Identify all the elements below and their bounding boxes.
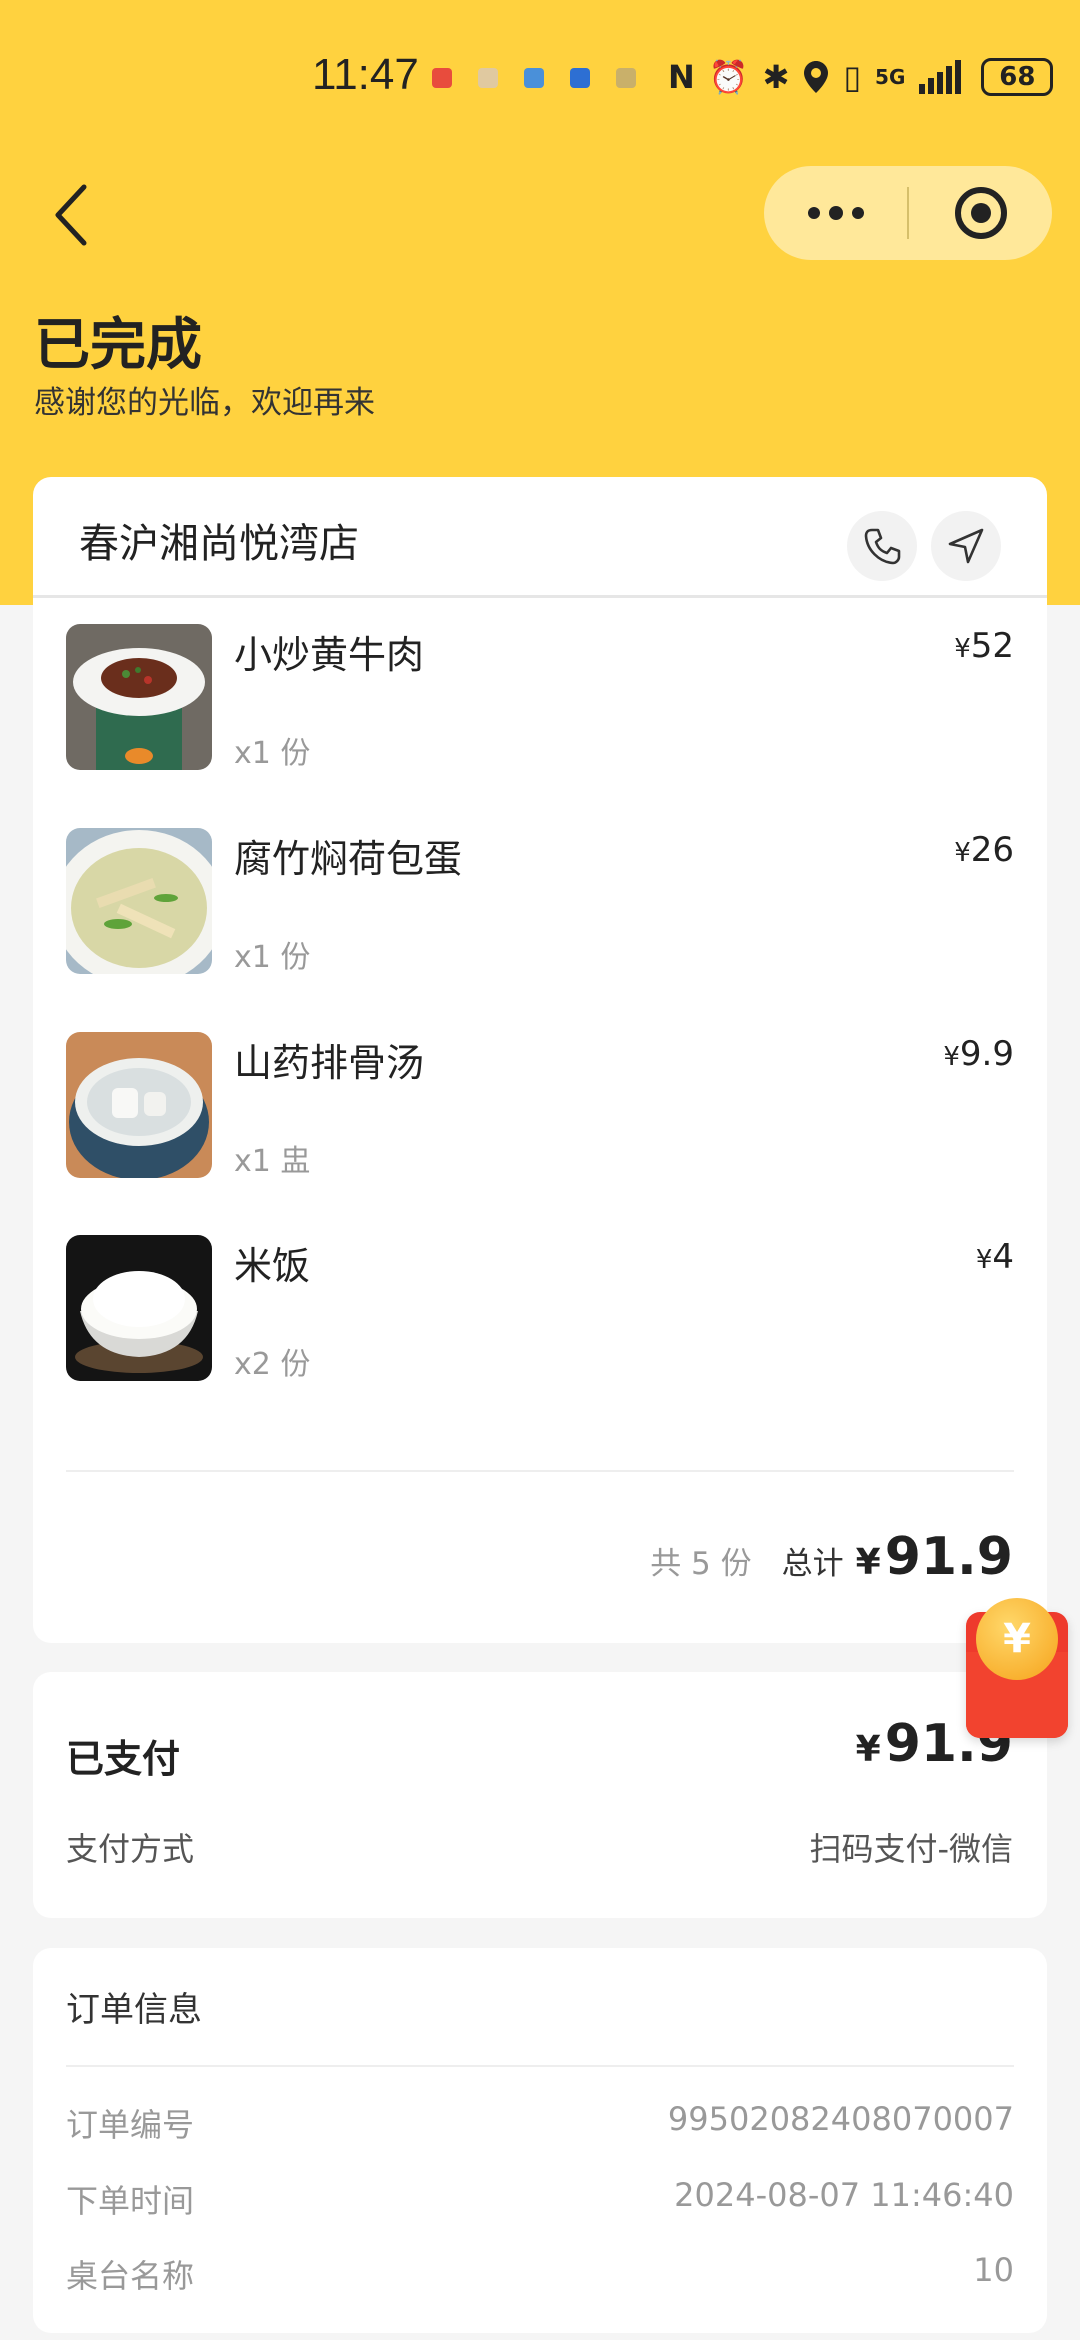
order-item[interactable]: 小炒黄牛肉 x1 份 ¥52 <box>66 624 1014 771</box>
currency-symbol: ¥ <box>943 1042 960 1072</box>
order-total-row: 共 5 份 总计 ¥ 91.9 <box>650 1527 1013 1587</box>
phone-icon <box>864 528 901 565</box>
item-quantity: x2 份 <box>234 1347 311 1382</box>
table-name-value: 10 <box>973 2251 1014 2289</box>
dish-image <box>66 624 212 770</box>
item-name: 腐竹焖荷包蛋 <box>234 837 463 881</box>
close-miniprogram-button[interactable] <box>909 166 1052 260</box>
payment-method-label: 支付方式 <box>66 1830 195 1868</box>
store-divider <box>33 595 1047 598</box>
status-time: 11:47 <box>312 50 419 99</box>
location-icon <box>804 61 829 93</box>
notification-app-icon <box>524 68 544 88</box>
currency-symbol: ¥ <box>954 634 971 664</box>
item-price: ¥52 <box>954 626 1014 666</box>
miniprogram-capsule <box>764 166 1052 260</box>
dish-image <box>66 828 212 974</box>
table-name-label: 桌台名称 <box>66 2257 195 2295</box>
notification-app-icon <box>478 68 498 88</box>
item-count: 共 5 份 <box>650 1546 752 1582</box>
dish-image <box>66 1032 212 1178</box>
order-info-row: 订单编号 99502082408070007 <box>66 2100 1014 2144</box>
currency-symbol: ¥ <box>954 838 971 868</box>
status-bar: 11:47 N ⏰ ✱ ▯ 5G 68 <box>0 40 1080 120</box>
order-info-row: 桌台名称 10 <box>66 2251 1014 2295</box>
order-info-card: 订单信息 订单编号 99502082408070007 下单时间 2024-08… <box>33 1948 1047 2333</box>
item-name: 米饭 <box>234 1244 311 1288</box>
alarm-icon: ⏰ <box>708 58 749 96</box>
item-price: ¥4 <box>976 1237 1014 1277</box>
payment-method-value: 扫码支付-微信 <box>809 1830 1013 1868</box>
item-quantity: x1 份 <box>234 736 311 771</box>
item-price-value: 9.9 <box>959 1034 1014 1074</box>
store-name: 春沪湘尚悦湾店 <box>79 521 359 567</box>
order-time-label: 下单时间 <box>66 2182 195 2220</box>
item-price-value: 52 <box>970 626 1014 666</box>
currency-symbol: ¥ <box>975 1245 993 1275</box>
store-actions <box>847 511 1001 581</box>
chevron-left-icon <box>55 184 87 246</box>
order-number-label: 订单编号 <box>66 2106 195 2144</box>
order-time-value: 2024-08-07 11:46:40 <box>674 2176 1014 2214</box>
item-price-value: 4 <box>992 1237 1014 1277</box>
total-label: 总计 <box>781 1546 844 1582</box>
dish-image <box>66 1235 212 1381</box>
call-store-button[interactable] <box>847 511 917 581</box>
order-info-title: 订单信息 <box>66 1990 202 2030</box>
status-system-icons: N ⏰ ✱ ▯ 5G 68 <box>668 58 1054 96</box>
item-quantity: x1 盅 <box>234 1144 311 1179</box>
item-price-value: 26 <box>970 830 1014 870</box>
item-quantity: x1 份 <box>234 940 311 975</box>
paid-currency: ¥ <box>855 1729 881 1770</box>
back-button[interactable] <box>40 175 104 255</box>
notification-app-icon <box>616 68 636 88</box>
signal-icon <box>919 60 962 94</box>
order-info-row: 下单时间 2024-08-07 11:46:40 <box>66 2176 1014 2220</box>
navigate-store-button[interactable] <box>931 511 1001 581</box>
nfc-icon: N <box>668 58 695 96</box>
item-price: ¥26 <box>954 830 1014 870</box>
order-items-card: 春沪湘尚悦湾店 小炒黄牛肉 x1 份 ¥52 腐竹焖荷包蛋 x1 份 ¥26 山… <box>33 477 1047 1643</box>
network-type-label: 5G <box>875 65 906 89</box>
red-packet-button[interactable]: ¥ <box>966 1598 1068 1738</box>
battery-icon: 68 <box>981 58 1054 96</box>
total-amount: 91.9 <box>884 1527 1013 1587</box>
item-price: ¥9.9 <box>943 1034 1014 1074</box>
order-status-subtitle: 感谢您的光临，欢迎再来 <box>34 385 375 421</box>
notification-app-icon <box>570 68 590 88</box>
more-dots-icon <box>807 206 864 220</box>
navigation-arrow-icon <box>948 528 984 564</box>
payment-card: 已支付 ¥ 91.9 支付方式 扫码支付-微信 <box>33 1672 1047 1918</box>
items-divider <box>66 1470 1014 1472</box>
item-name: 山药排骨汤 <box>234 1041 425 1085</box>
notification-app-icon <box>432 68 452 88</box>
target-close-icon <box>954 187 1007 239</box>
payment-status: 已支付 <box>66 1737 181 1781</box>
more-button[interactable] <box>764 166 907 260</box>
order-detail-page: 11:47 N ⏰ ✱ ▯ 5G 68 已完成 感谢您的光临，欢迎再来 春沪湘尚… <box>0 0 1080 2340</box>
item-name: 小炒黄牛肉 <box>234 633 425 677</box>
order-item[interactable]: 山药排骨汤 x1 盅 ¥9.9 <box>66 1032 1014 1179</box>
order-status-title: 已完成 <box>34 313 202 378</box>
order-item[interactable]: 米饭 x2 份 ¥4 <box>66 1235 1014 1382</box>
order-number-value[interactable]: 99502082408070007 <box>668 2100 1014 2138</box>
bluetooth-icon: ✱ <box>762 58 790 96</box>
coin-icon: ¥ <box>976 1598 1058 1680</box>
order-item[interactable]: 腐竹焖荷包蛋 x1 份 ¥26 <box>66 828 1014 975</box>
order-info-divider <box>66 2065 1014 2067</box>
status-notification-icons <box>432 68 636 88</box>
vibrate-icon: ▯ <box>843 58 862 96</box>
total-currency: ¥ <box>855 1542 881 1583</box>
